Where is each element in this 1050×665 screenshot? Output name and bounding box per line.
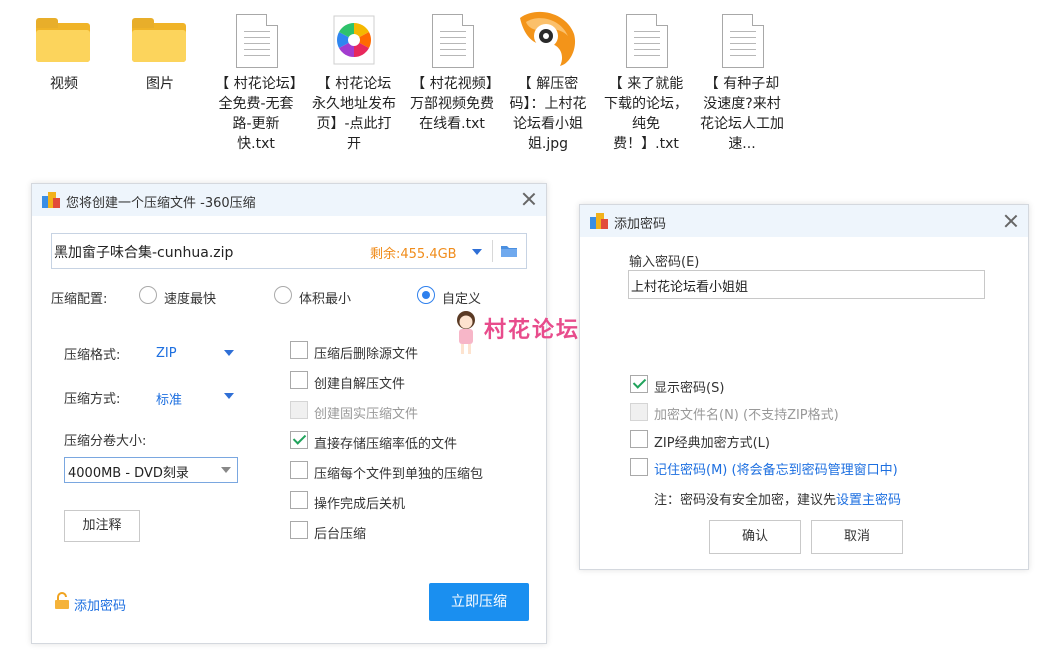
close-icon[interactable]	[1004, 214, 1018, 228]
lock-open-icon	[55, 592, 69, 609]
chevron-down-icon[interactable]	[221, 467, 231, 473]
file-label: 视频	[50, 76, 78, 92]
eye-app-icon	[520, 11, 576, 66]
compress-app-icon	[42, 192, 60, 208]
show-password-label: 显示密码(S)	[654, 381, 725, 396]
opt-sfx-checkbox[interactable]	[290, 371, 308, 389]
format-select[interactable]: ZIP	[156, 346, 177, 361]
free-space-label: 剩余:455.4GB	[370, 247, 457, 262]
split-size-select[interactable]: 4000MB - DVD刻录	[64, 457, 238, 483]
archive-name-field[interactable]: 黑加畲子味合集-cunhua.zip 剩余:455.4GB	[51, 233, 527, 269]
file-label: 【 村花论坛】全免费-无套路-更新快.txt	[215, 76, 297, 152]
chevron-down-icon[interactable]	[472, 249, 482, 255]
method-select[interactable]: 标准	[156, 389, 182, 408]
zip-classic-checkbox[interactable]	[630, 430, 648, 448]
add-comment-button[interactable]: 加注释	[64, 510, 140, 542]
opt-store-low-ratio-label: 直接存储压缩率低的文件	[314, 437, 458, 452]
opt-background-label: 后台压缩	[314, 527, 367, 542]
cancel-button[interactable]: 取消	[811, 520, 903, 554]
file-label: 【 来了就能下载的论坛，纯免费！】.txt	[604, 76, 688, 152]
folder-browse-icon[interactable]	[500, 244, 518, 258]
watermark-text: 村花论坛	[484, 318, 581, 343]
format-label: 压缩格式:	[64, 348, 121, 363]
desktop-item-image[interactable]: 【 解压密码】：上村花论坛看小姐姐.jpg	[506, 10, 590, 154]
add-password-link[interactable]: 添加密码	[74, 595, 126, 614]
compress-app-icon	[590, 213, 608, 229]
show-password-checkbox[interactable]	[630, 375, 648, 393]
desktop-item-txt[interactable]: 【 村花论坛】全免费-无套路-更新快.txt	[214, 10, 298, 154]
text-file-icon	[626, 14, 668, 68]
opt-shutdown-label: 操作完成后关机	[314, 497, 406, 512]
opt-solid-checkbox	[290, 401, 308, 419]
set-master-password-link[interactable]: 设置主密码	[836, 493, 901, 508]
zip-classic-label: ZIP经典加密方式(L)	[654, 436, 770, 451]
text-file-icon	[432, 14, 474, 68]
encrypt-filenames-checkbox	[630, 403, 648, 421]
girl-mascot-icon	[457, 311, 475, 354]
remember-password-label: 记住密码(M) (将会备忘到密码管理窗口中)	[654, 463, 898, 478]
compress-dialog: 您将创建一个压缩文件 -360压缩 黑加畲子味合集-cunhua.zip 剩余:…	[31, 183, 547, 644]
start-compress-button[interactable]: 立即压缩	[429, 583, 529, 621]
password-field[interactable]: 上村花论坛看小姐姐	[628, 270, 985, 299]
password-dialog: 添加密码 输入密码(E) 上村花论坛看小姐姐 显示密码(S) 加密文件名(N) …	[579, 204, 1029, 570]
opt-separate-archives-label: 压缩每个文件到单独的压缩包	[314, 467, 484, 482]
opt-sfx-label: 创建自解压文件	[314, 377, 406, 392]
opt-store-low-ratio-checkbox[interactable]	[290, 431, 308, 449]
text-file-icon	[236, 14, 278, 68]
opt-separate-archives-checkbox[interactable]	[290, 461, 308, 479]
file-label: 图片	[146, 76, 174, 92]
security-note-text: 注：密码没有安全加密，建议先	[654, 493, 837, 508]
opt-shutdown-checkbox[interactable]	[290, 491, 308, 509]
radio-fastest-label: 速度最快	[164, 292, 217, 307]
dialog-title: 您将创建一个压缩文件 -360压缩	[66, 196, 256, 211]
security-note: 注：密码没有安全加密，建议先设置主密码	[654, 489, 901, 508]
split-size-value: 4000MB - DVD刻录	[68, 466, 189, 481]
file-label: 【 解压密码】：上村花论坛看小姐姐.jpg	[509, 76, 587, 152]
dialog-title: 添加密码	[614, 217, 667, 232]
folder-icon	[132, 18, 186, 62]
opt-delete-source-checkbox[interactable]	[290, 341, 308, 359]
ok-button[interactable]: 确认	[709, 520, 801, 554]
radio-smallest-label: 体积最小	[299, 292, 352, 307]
radio-custom[interactable]	[417, 286, 435, 304]
password-input-label: 输入密码(E)	[629, 255, 700, 270]
remember-password-checkbox[interactable]	[630, 458, 648, 476]
opt-solid-label: 创建固实压缩文件	[314, 407, 419, 422]
config-label: 压缩配置:	[51, 292, 108, 307]
pinwheel-icon	[333, 15, 375, 65]
opt-background-checkbox[interactable]	[290, 521, 308, 539]
file-label: 【 村花论坛永久地址发布页】-点此打开	[312, 76, 396, 152]
chevron-down-icon[interactable]	[224, 393, 234, 399]
radio-smallest[interactable]	[274, 286, 292, 304]
method-label: 压缩方式:	[64, 392, 121, 407]
radio-custom-label: 自定义	[442, 292, 482, 307]
chevron-down-icon[interactable]	[224, 350, 234, 356]
desktop-item-txt[interactable]: 【 有种子却没速度?来村花论坛人工加速...	[700, 10, 784, 154]
file-label: 【 村花视频】万部视频免费在线看.txt	[410, 76, 494, 132]
close-icon[interactable]	[522, 192, 536, 206]
text-file-icon	[722, 14, 764, 68]
password-titlebar: 添加密码	[580, 205, 1028, 237]
opt-delete-source-label: 压缩后删除源文件	[314, 347, 419, 362]
desktop-item-videos[interactable]: 视频	[22, 10, 106, 94]
desktop-item-pictures[interactable]: 图片	[118, 10, 202, 94]
archive-name-input[interactable]: 黑加畲子味合集-cunhua.zip	[54, 242, 233, 262]
desktop-item-txt[interactable]: 【 来了就能下载的论坛，纯免费！】.txt	[604, 10, 688, 154]
encrypt-filenames-label: 加密文件名(N) (不支持ZIP格式)	[654, 408, 839, 423]
desktop-item-txt[interactable]: 【 村花视频】万部视频免费在线看.txt	[410, 10, 494, 134]
password-input[interactable]: 上村花论坛看小姐姐	[631, 276, 748, 295]
split-label: 压缩分卷大小:	[64, 434, 147, 449]
file-label: 【 有种子却没速度?来村花论坛人工加速...	[700, 76, 784, 152]
folder-icon	[36, 18, 90, 62]
radio-fastest[interactable]	[139, 286, 157, 304]
desktop-item-shortcut[interactable]: 【 村花论坛永久地址发布页】-点此打开	[312, 10, 396, 154]
compress-titlebar: 您将创建一个压缩文件 -360压缩	[32, 184, 546, 216]
